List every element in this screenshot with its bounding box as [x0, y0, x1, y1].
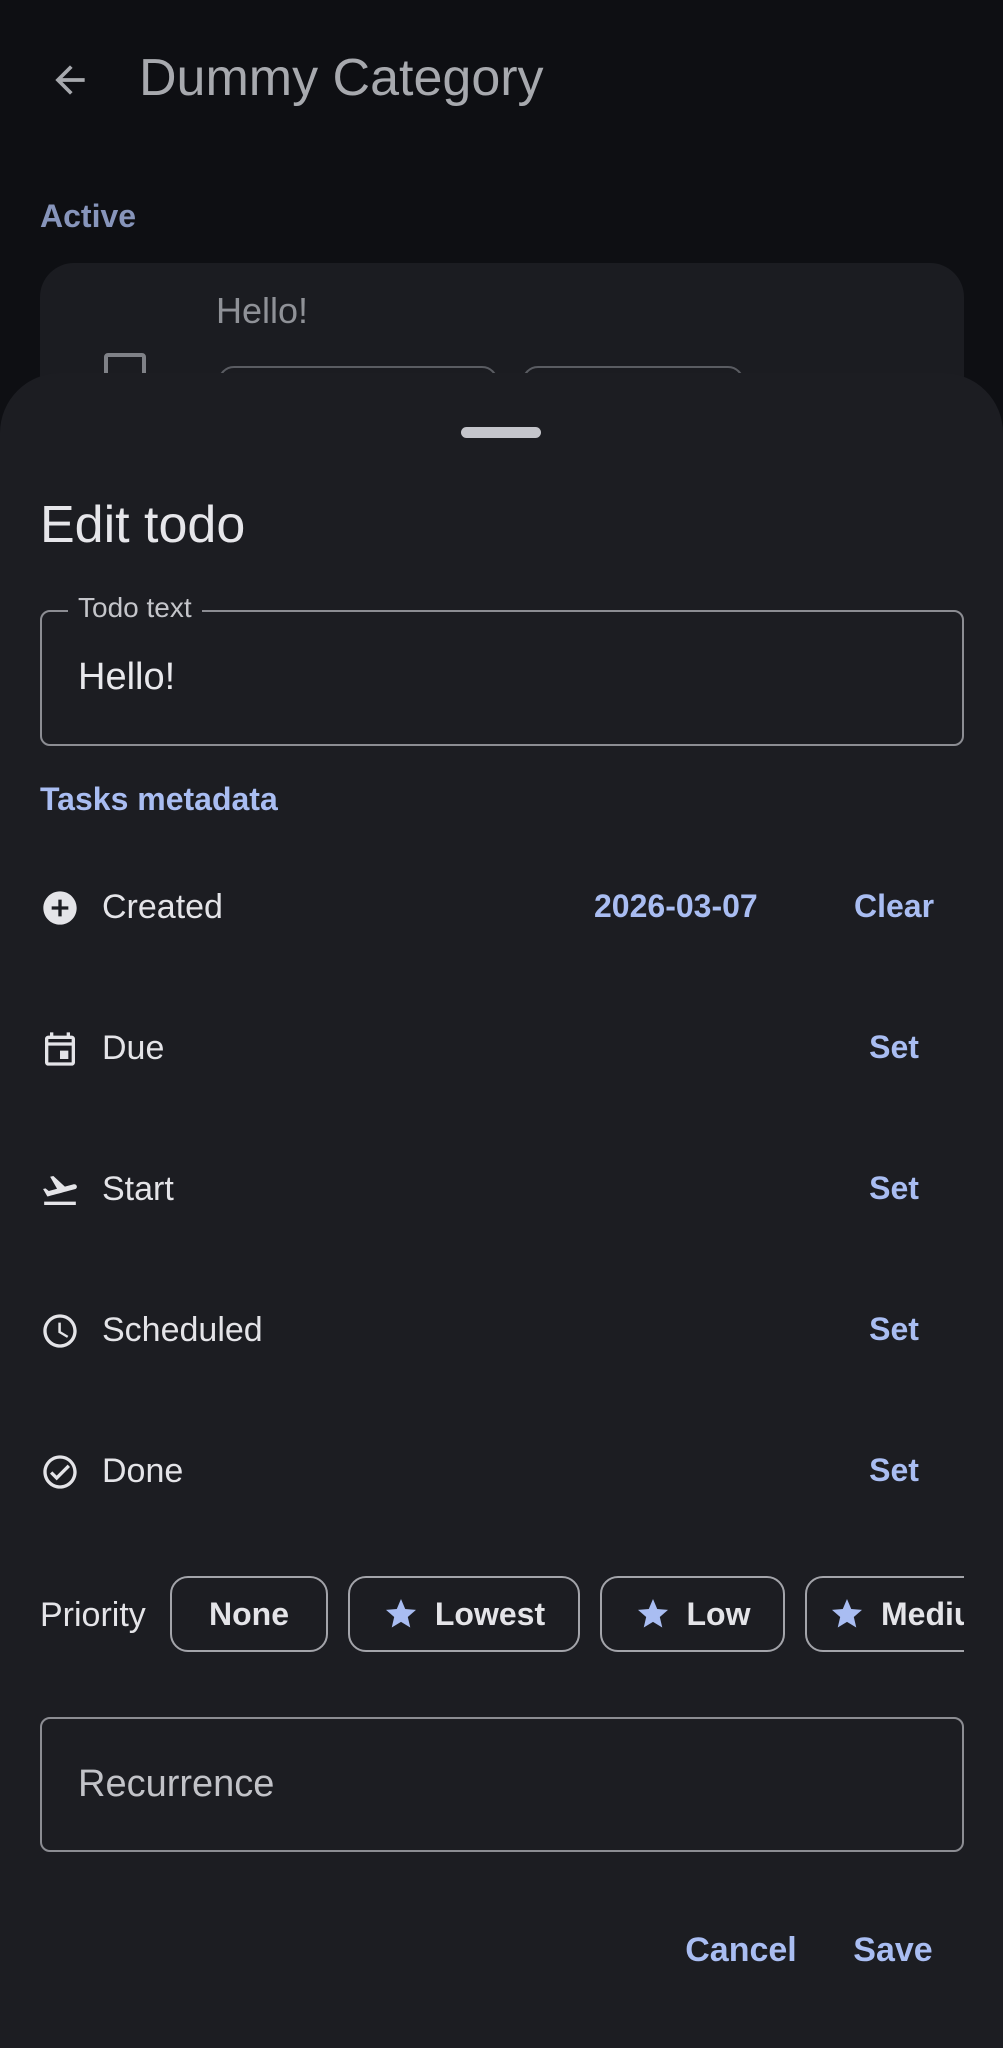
metadata-row-scheduled: Scheduled Set — [0, 1281, 1003, 1381]
cancel-button[interactable]: Cancel — [676, 1921, 806, 1979]
priority-chip-none[interactable]: None — [170, 1576, 328, 1652]
recurrence-placeholder: Recurrence — [78, 1763, 275, 1805]
back-button[interactable] — [42, 52, 98, 108]
chip-label: Low — [686, 1595, 751, 1632]
priority-chip-medium[interactable]: Medium — [805, 1576, 964, 1652]
check-circle-icon — [43, 1455, 77, 1489]
screen: Dummy Category Active Hello! Edit todo T… — [0, 0, 1003, 2048]
chip-label: Lowest — [434, 1595, 546, 1632]
app-bar: Dummy Category — [0, 0, 1003, 160]
priority-chip-lowest[interactable]: Lowest — [348, 1576, 580, 1652]
star-icon — [385, 1599, 416, 1628]
set-scheduled-button[interactable]: Set — [854, 1301, 934, 1357]
add-circle-icon — [43, 891, 77, 925]
page-title: Dummy Category — [139, 49, 544, 107]
priority-label: Priority — [40, 1596, 146, 1634]
section-label-active: Active — [40, 198, 137, 234]
priority-chip-row[interactable]: None Lowest Low Medium — [170, 1576, 964, 1654]
calendar-icon — [45, 1032, 75, 1066]
chip-label: None — [209, 1595, 289, 1632]
set-start-button[interactable]: Set — [854, 1160, 934, 1216]
todo-text-value[interactable]: Hello! — [78, 656, 175, 699]
metadata-label: Done — [102, 1452, 184, 1490]
todo-text-field[interactable] — [40, 610, 964, 746]
metadata-row-start: Start Set — [0, 1140, 1003, 1240]
background-todo-text: Hello! — [216, 290, 309, 331]
metadata-heading: Tasks metadata — [40, 781, 278, 817]
todo-text-label: Todo text — [68, 592, 202, 624]
drag-handle[interactable] — [461, 427, 541, 438]
metadata-label: Due — [102, 1029, 165, 1067]
set-due-button[interactable]: Set — [854, 1019, 934, 1075]
arrow-back-icon — [55, 65, 85, 95]
chip-label: Medium — [881, 1595, 964, 1632]
clock-icon — [43, 1314, 77, 1348]
priority-chip-low[interactable]: Low — [600, 1576, 785, 1652]
metadata-label: Created — [102, 888, 223, 926]
star-icon — [832, 1599, 862, 1628]
metadata-label: Scheduled — [102, 1311, 263, 1349]
set-done-button[interactable]: Set — [854, 1442, 934, 1498]
metadata-row-done: Done Set — [0, 1422, 1003, 1522]
star-icon — [637, 1599, 668, 1628]
save-button[interactable]: Save — [846, 1921, 940, 1979]
clear-created-button[interactable]: Clear — [844, 878, 944, 934]
created-date-value[interactable]: 2026-03-07 — [594, 888, 758, 925]
metadata-label: Start — [102, 1170, 174, 1208]
flight-takeoff-icon — [43, 1175, 77, 1205]
metadata-row-due: Due Set — [0, 999, 1003, 1099]
metadata-row-created: Created 2026-03-07 Clear — [0, 858, 1003, 958]
sheet-title: Edit todo — [40, 496, 246, 554]
